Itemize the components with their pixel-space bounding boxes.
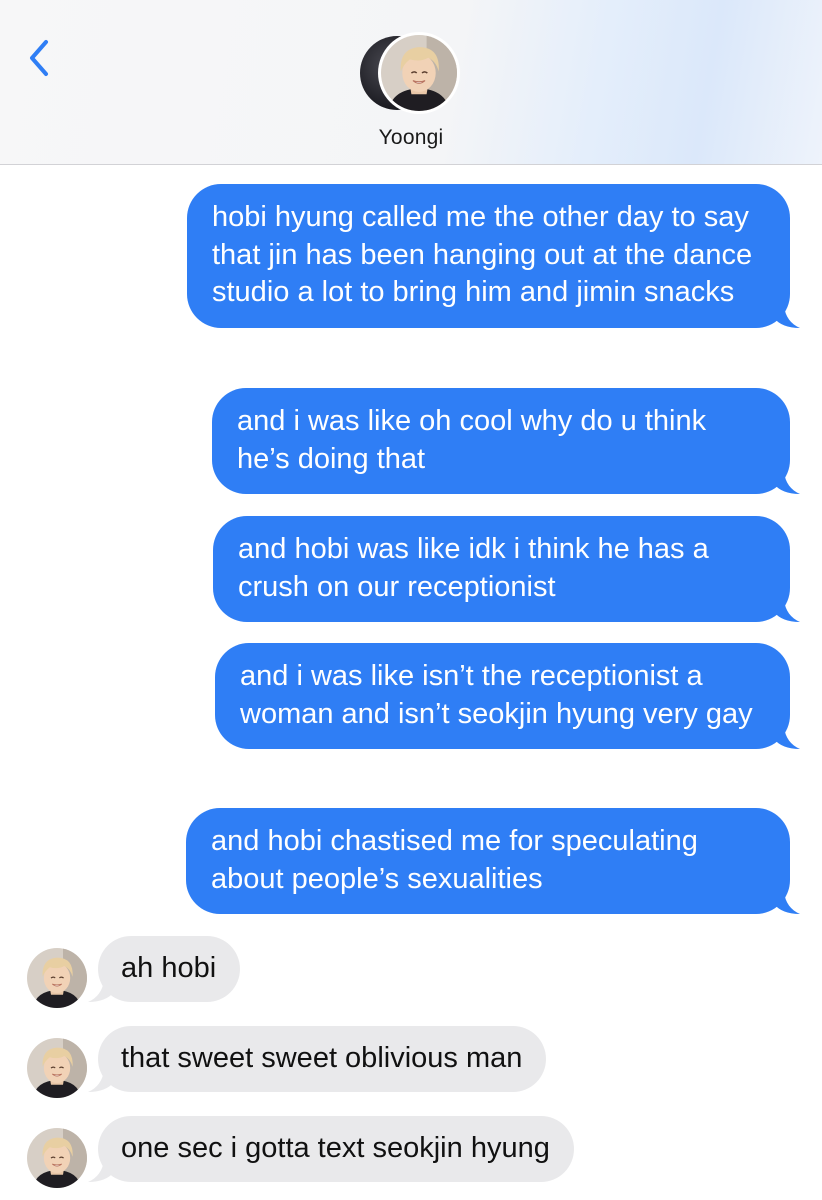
outgoing-message[interactable]: and i was like oh cool why do u think he…	[212, 388, 800, 494]
incoming-message[interactable]: one sec i gotta text seokjin hyung	[88, 1116, 574, 1182]
incoming-message[interactable]: that sweet sweet oblivious man	[88, 1026, 547, 1092]
bubble-tail	[774, 727, 800, 749]
conversation-header: Yoongi	[0, 0, 822, 165]
incoming-message[interactable]: ah hobi	[88, 936, 241, 1002]
message-text: and hobi chastised me for speculating ab…	[211, 825, 698, 895]
contact-avatar	[378, 32, 460, 114]
bubble-tail	[88, 1159, 114, 1182]
contact-avatar-stack[interactable]	[360, 32, 464, 116]
message-text: one sec i gotta text seokjin hyung	[121, 1132, 550, 1164]
back-button[interactable]	[22, 34, 62, 82]
outgoing-message[interactable]: hobi hyung called me the other day to sa…	[187, 184, 800, 328]
message-text: hobi hyung called me the other day to sa…	[212, 201, 753, 308]
outgoing-message[interactable]: and hobi chastised me for speculating ab…	[186, 808, 800, 914]
sender-avatar[interactable]	[27, 1128, 87, 1188]
bubble-tail	[774, 305, 800, 328]
bubble-tail	[88, 979, 114, 1002]
message-text: that sweet sweet oblivious man	[121, 1042, 523, 1074]
message-text: and i was like isn’t the receptionist a …	[240, 660, 753, 730]
chevron-left-icon	[30, 40, 48, 76]
message-text: and i was like oh cool why do u think he…	[237, 405, 707, 475]
message-text: ah hobi	[121, 952, 217, 984]
outgoing-message[interactable]: and hobi was like idk i think he has a c…	[213, 516, 800, 622]
bubble-tail	[774, 600, 800, 622]
sender-avatar[interactable]	[27, 948, 87, 1008]
sender-avatar[interactable]	[27, 1038, 87, 1098]
bubble-tail	[88, 1069, 114, 1092]
contact-name[interactable]: Yoongi	[0, 126, 822, 150]
bubble-tail	[774, 892, 800, 914]
outgoing-message[interactable]: and i was like isn’t the receptionist a …	[215, 643, 800, 749]
bubble-tail	[774, 472, 800, 494]
message-text: and hobi was like idk i think he has a c…	[238, 533, 709, 603]
